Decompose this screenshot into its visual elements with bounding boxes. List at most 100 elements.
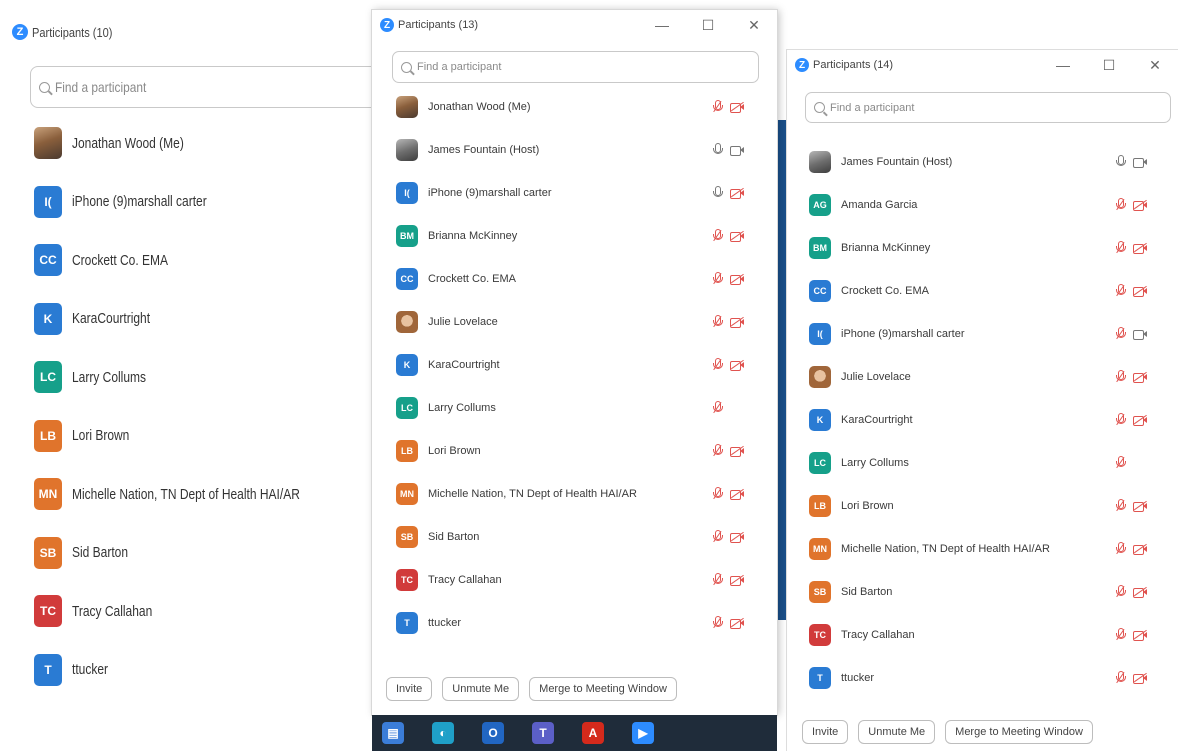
search-input[interactable] (55, 79, 327, 95)
mic-muted-icon[interactable] (712, 616, 723, 630)
participant-row[interactable]: James Fountain (Host) (372, 135, 777, 165)
video-off-icon[interactable] (730, 316, 745, 328)
participant-row[interactable]: Jonathan Wood (Me) (0, 118, 372, 168)
video-off-icon[interactable] (730, 445, 745, 457)
mic-muted-icon[interactable] (1115, 456, 1126, 470)
video-off-icon[interactable] (730, 574, 745, 586)
video-icon[interactable] (730, 145, 744, 156)
video-off-icon[interactable] (1133, 629, 1148, 641)
participant-row[interactable]: Jonathan Wood (Me) (372, 92, 777, 122)
video-icon[interactable] (1133, 157, 1147, 168)
participant-row[interactable]: BM Brianna McKinney (787, 233, 1178, 263)
merge-to-meeting-window-button[interactable]: Merge to Meeting Window (945, 720, 1093, 744)
participant-row[interactable]: SB Sid Barton (0, 528, 372, 578)
video-off-icon[interactable] (730, 531, 745, 543)
video-off-icon[interactable] (730, 488, 745, 500)
participant-row[interactable]: I(iPhone (9)marshall carter (372, 178, 777, 208)
mic-muted-icon[interactable] (1115, 542, 1126, 556)
participant-row[interactable]: Tttucker (0, 645, 372, 695)
participant-row[interactable]: CC Crockett Co. EMA (787, 276, 1178, 306)
invite-button[interactable]: Invite (386, 677, 433, 701)
invite-button[interactable]: Invite (802, 720, 849, 744)
participant-row[interactable]: James Fountain (Host) (787, 147, 1178, 177)
outlook-icon[interactable]: O (482, 722, 504, 744)
participant-row[interactable]: SB Sid Barton (372, 522, 777, 552)
mic-muted-icon[interactable] (712, 272, 723, 286)
edge-icon[interactable]: ◐ (432, 722, 454, 744)
mic-muted-icon[interactable] (1115, 499, 1126, 513)
merge-to-meeting-window-button[interactable]: Merge to Meeting Window (529, 677, 677, 701)
mic-muted-icon[interactable] (1115, 284, 1126, 298)
acrobat-icon[interactable]: A (582, 722, 604, 744)
mic-muted-icon[interactable] (1115, 370, 1126, 384)
video-off-icon[interactable] (730, 187, 745, 199)
mic-muted-icon[interactable] (712, 229, 723, 243)
mic-muted-icon[interactable] (712, 487, 723, 501)
video-off-icon[interactable] (1133, 543, 1148, 555)
search-box[interactable] (30, 66, 372, 108)
unmute-me-button[interactable]: Unmute Me (442, 677, 520, 701)
participant-row[interactable]: MN Michelle Nation, TN Dept of Health HAI… (787, 534, 1178, 564)
file-explorer-icon[interactable]: ▤ (382, 722, 404, 744)
participant-row[interactable]: AG Amanda Garcia (787, 190, 1178, 220)
video-off-icon[interactable] (730, 273, 745, 285)
participant-row[interactable]: K KaraCourtright (372, 350, 777, 380)
teams-icon[interactable]: T (532, 722, 554, 744)
search-input[interactable] (830, 101, 1150, 114)
video-off-icon[interactable] (1133, 371, 1148, 383)
participant-row[interactable]: Tttucker (372, 608, 777, 638)
participant-row[interactable]: Julie Lovelace (372, 307, 777, 337)
mic-muted-icon[interactable] (712, 401, 723, 415)
participant-row[interactable]: Tttucker (787, 663, 1178, 693)
mic-muted-icon[interactable] (712, 315, 723, 329)
mic-muted-icon[interactable] (1115, 628, 1126, 642)
mic-muted-icon[interactable] (712, 530, 723, 544)
participant-row[interactable]: SB Sid Barton (787, 577, 1178, 607)
participant-row[interactable]: MN Michelle Nation, TN Dept of Health HAI… (372, 479, 777, 509)
participant-row[interactable]: I(iPhone (9)marshall carter (0, 177, 372, 227)
participant-row[interactable]: LB Lori Brown (787, 491, 1178, 521)
video-off-icon[interactable] (1133, 199, 1148, 211)
search-box[interactable] (392, 51, 759, 83)
participant-row[interactable]: MN Michelle Nation, TN Dept of Health HAI… (0, 469, 372, 519)
video-off-icon[interactable] (1133, 242, 1148, 254)
mic-muted-icon[interactable] (712, 573, 723, 587)
video-off-icon[interactable] (1133, 500, 1148, 512)
mic-muted-icon[interactable] (1115, 585, 1126, 599)
video-off-icon[interactable] (730, 617, 745, 629)
participant-row[interactable]: I(iPhone (9)marshall carter (787, 319, 1178, 349)
minimize-button[interactable]: — (1040, 50, 1086, 80)
mic-muted-icon[interactable] (1115, 327, 1126, 341)
mic-muted-icon[interactable] (1115, 241, 1126, 255)
mic-muted-icon[interactable] (1115, 413, 1126, 427)
video-off-icon[interactable] (1133, 414, 1148, 426)
mic-muted-icon[interactable] (712, 358, 723, 372)
minimize-button[interactable]: — (639, 10, 685, 40)
participant-row[interactable]: CC Crockett Co. EMA (372, 264, 777, 294)
video-off-icon[interactable] (730, 359, 745, 371)
close-button[interactable]: ✕ (1132, 50, 1178, 80)
participant-row[interactable]: LB Lori Brown (372, 436, 777, 466)
video-off-icon[interactable] (1133, 672, 1148, 684)
participant-row[interactable]: TC Tracy Callahan (787, 620, 1178, 650)
participant-row[interactable]: K KaraCourtright (0, 294, 372, 344)
participant-row[interactable]: LB Lori Brown (0, 411, 372, 461)
mic-muted-icon[interactable] (712, 100, 723, 114)
video-off-icon[interactable] (730, 101, 745, 113)
maximize-button[interactable]: ☐ (685, 10, 731, 40)
participant-row[interactable]: LC Larry Collums (372, 393, 777, 423)
video-off-icon[interactable] (1133, 285, 1148, 297)
participant-row[interactable]: LC Larry Collums (0, 352, 372, 402)
video-off-icon[interactable] (1133, 586, 1148, 598)
mic-icon[interactable] (1115, 155, 1126, 169)
mic-icon[interactable] (712, 143, 723, 157)
unmute-me-button[interactable]: Unmute Me (858, 720, 936, 744)
video-icon[interactable] (1133, 329, 1147, 340)
participant-row[interactable]: K KaraCourtright (787, 405, 1178, 435)
mic-muted-icon[interactable] (712, 444, 723, 458)
mic-muted-icon[interactable] (1115, 198, 1126, 212)
video-off-icon[interactable] (730, 230, 745, 242)
participant-row[interactable]: Julie Lovelace (787, 362, 1178, 392)
mic-icon[interactable] (712, 186, 723, 200)
participant-row[interactable]: TC Tracy Callahan (0, 586, 372, 636)
